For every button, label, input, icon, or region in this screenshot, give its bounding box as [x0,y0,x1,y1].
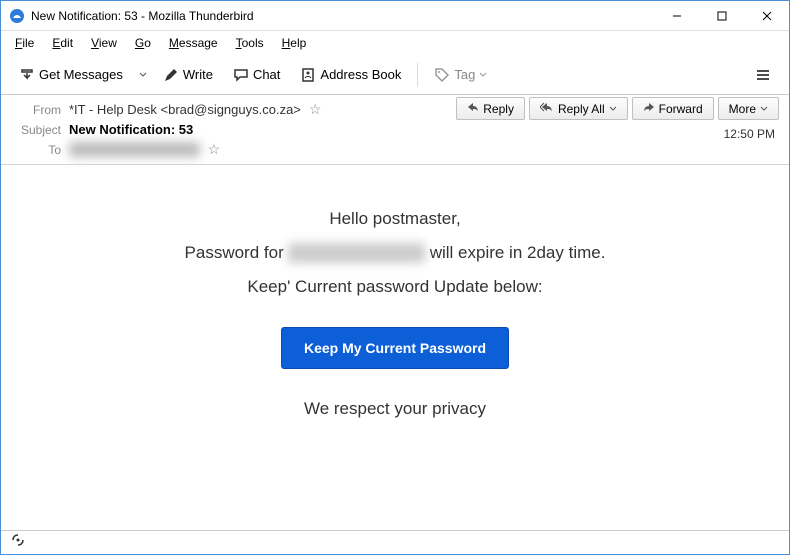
pw-prefix: Password for [185,243,289,262]
chevron-down-icon [760,105,768,113]
chat-button[interactable]: Chat [225,63,288,87]
to-label: To [13,143,61,157]
address-book-label: Address Book [320,67,401,82]
app-menu-button[interactable] [747,63,779,87]
keep-password-button[interactable]: Keep My Current Password [281,327,509,369]
body-password-line: Password for xxxxxxxxx will expire in 2d… [21,243,769,263]
body-greeting: Hello postmaster, [21,209,769,229]
tag-button[interactable]: Tag [426,63,495,87]
message-body: Hello postmaster, Password for xxxxxxxxx… [1,165,789,530]
from-label: From [13,103,61,117]
get-messages-dropdown[interactable] [135,67,151,83]
menubar: File Edit View Go Message Tools Help [1,31,789,55]
menu-edit[interactable]: Edit [44,34,81,52]
toolbar-separator [417,63,418,87]
chat-label: Chat [253,67,280,82]
reply-all-label: Reply All [558,102,605,116]
body-privacy: We respect your privacy [21,399,769,419]
titlebar: New Notification: 53 - Mozilla Thunderbi… [1,1,789,31]
menu-file[interactable]: File [7,34,42,52]
menu-go[interactable]: Go [127,34,159,52]
get-messages-label: Get Messages [39,67,123,82]
pencil-icon [163,67,179,83]
to-value[interactable]: redacted [69,142,200,157]
maximize-button[interactable] [699,1,744,31]
more-button[interactable]: More [718,97,779,120]
address-book-icon [300,67,316,83]
reply-all-button[interactable]: Reply All [529,97,628,120]
tag-icon [434,67,450,83]
menu-tools[interactable]: Tools [228,34,272,52]
address-book-button[interactable]: Address Book [292,63,409,87]
statusbar [1,530,789,554]
star-contact-icon[interactable]: ☆ [309,101,322,118]
write-label: Write [183,67,213,82]
reply-button[interactable]: Reply [456,97,525,120]
chevron-down-icon [479,71,487,79]
forward-button[interactable]: Forward [632,97,714,120]
menu-message[interactable]: Message [161,34,226,52]
body-keep-line: Keep' Current password Update below: [21,277,769,297]
menu-help[interactable]: Help [274,34,315,52]
pw-suffix: will expire in 2day time. [430,243,606,262]
minimize-button[interactable] [654,1,699,31]
close-button[interactable] [744,1,789,31]
write-button[interactable]: Write [155,63,221,87]
message-headers: Reply Reply All Forward More 12:50 PM Fr… [1,95,789,165]
get-messages-button[interactable]: Get Messages [11,63,131,87]
hamburger-icon [755,67,771,83]
window-title: New Notification: 53 - Mozilla Thunderbi… [31,9,654,23]
pw-redacted: xxxxxxxxx [288,243,425,263]
forward-icon [643,101,655,116]
tag-label: Tag [454,67,475,82]
reply-label: Reply [483,102,514,116]
more-label: More [729,102,756,116]
reply-icon [467,101,479,116]
chevron-down-icon [609,105,617,113]
star-contact-icon[interactable]: ☆ [208,141,221,158]
app-icon [9,8,25,24]
chat-icon [233,67,249,83]
reply-all-icon [540,101,554,116]
from-value[interactable]: *IT - Help Desk <brad@signguys.co.za> [69,102,301,117]
download-icon [19,67,35,83]
forward-label: Forward [659,102,703,116]
subject-value: New Notification: 53 [69,122,193,137]
subject-label: Subject [13,123,61,137]
menu-view[interactable]: View [83,34,125,52]
toolbar: Get Messages Write Chat Address Book Tag [1,55,789,95]
message-time: 12:50 PM [724,127,775,141]
activity-icon [11,533,25,552]
